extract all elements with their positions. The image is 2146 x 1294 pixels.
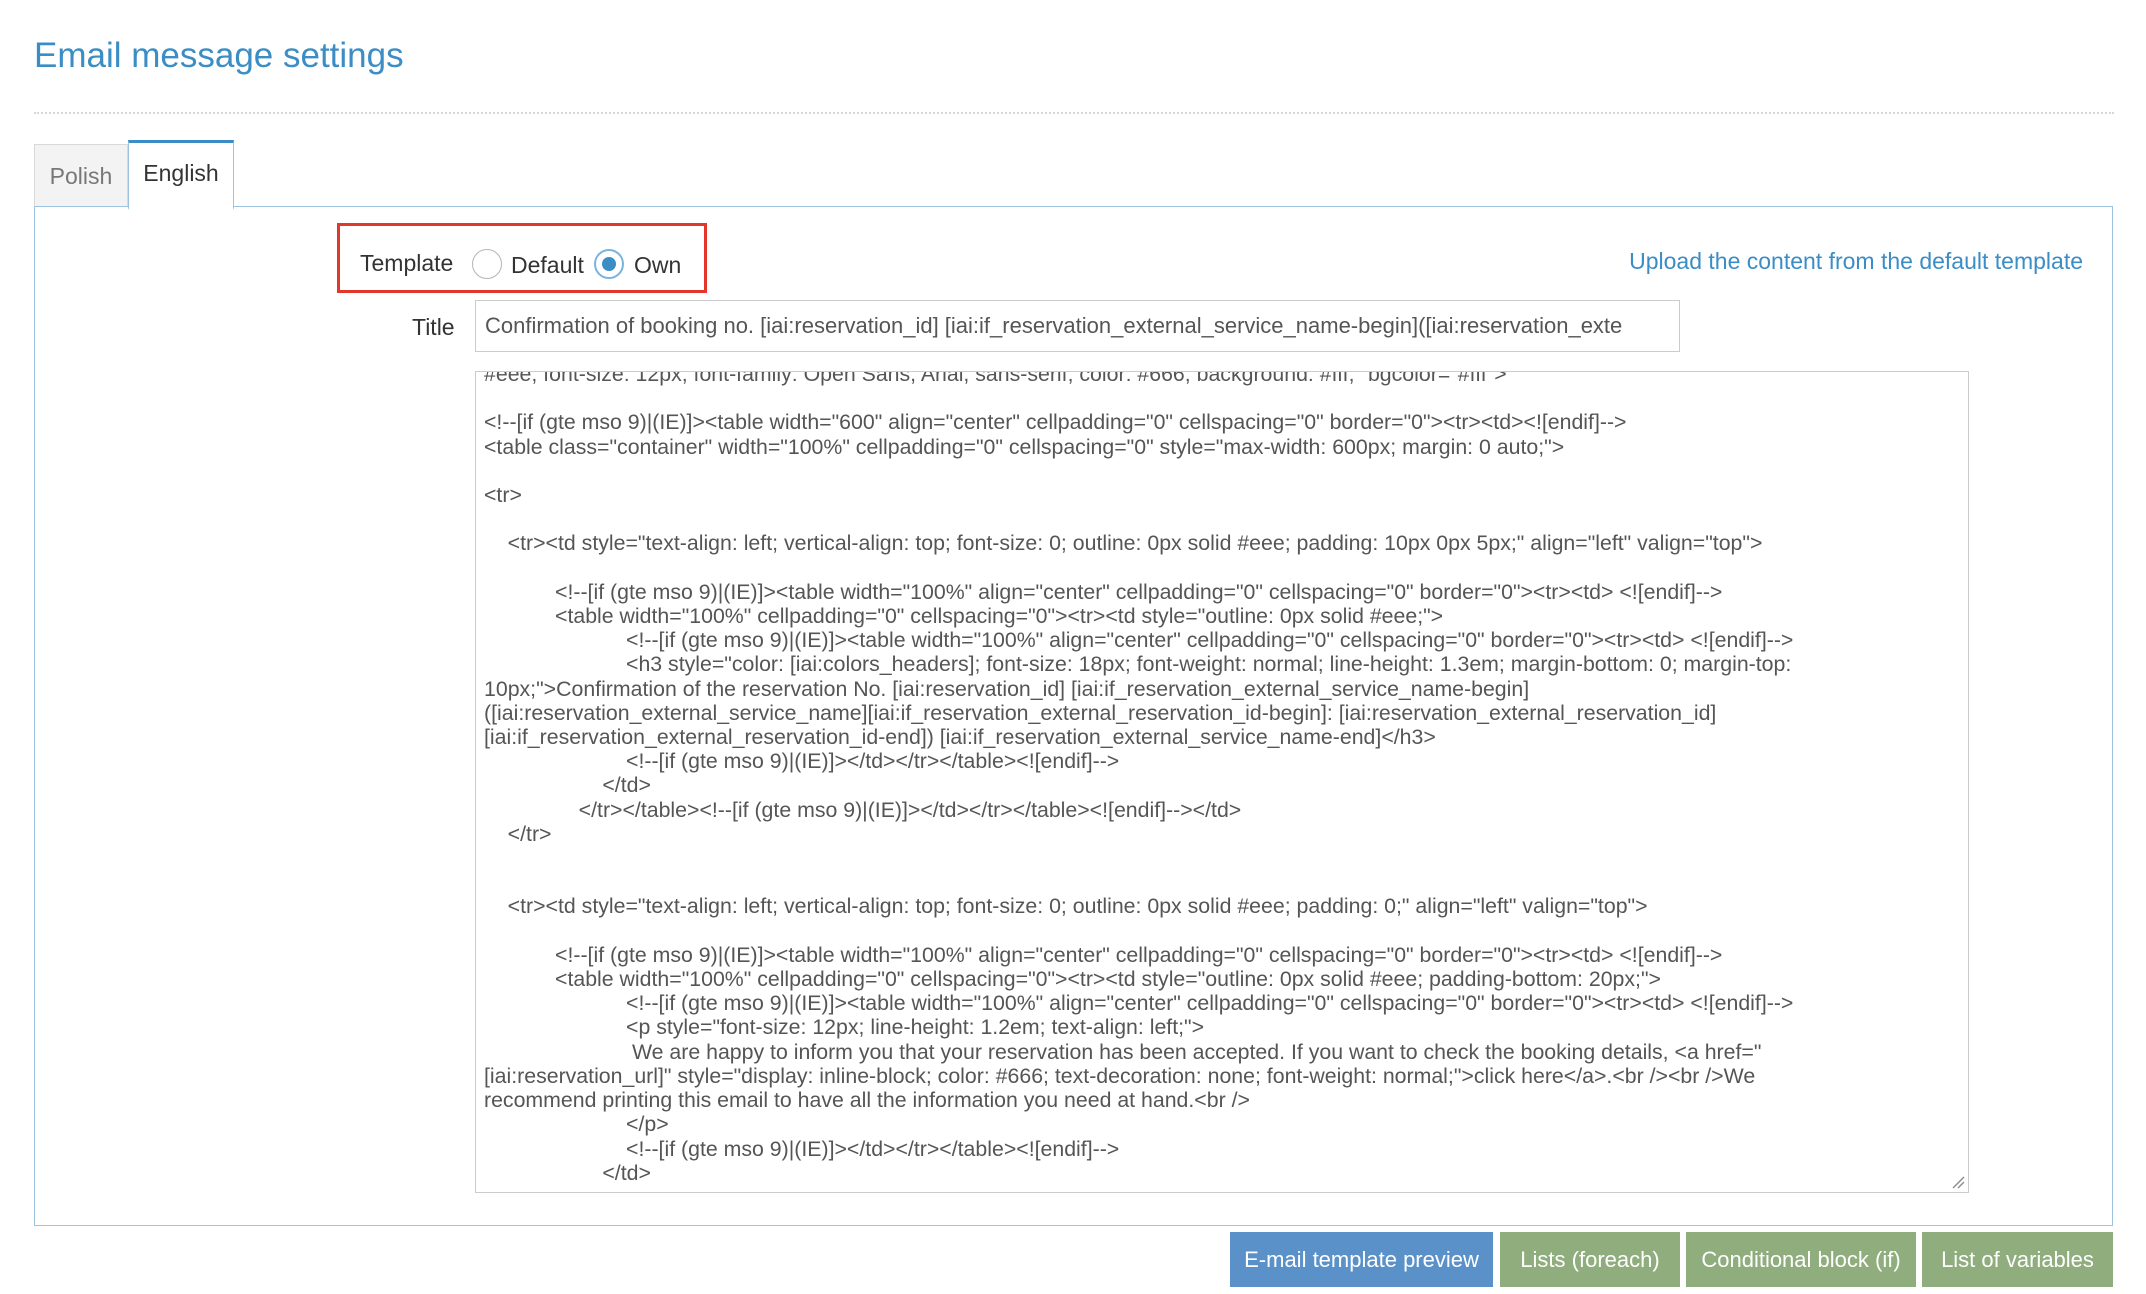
email-body-content: #eee; font-size: 12px; font-family: Open… [484,371,1794,1185]
tab-english[interactable]: English [128,140,234,210]
title-divider [34,112,2114,114]
title-label: Title [412,314,455,340]
lists-foreach-button[interactable]: Lists (foreach) [1500,1232,1680,1287]
template-own-radio[interactable] [594,249,624,279]
email-settings-page: Email message settings Polish English Te… [0,0,2146,1294]
email-template-preview-button[interactable]: E-mail template preview [1230,1232,1493,1287]
template-default-label[interactable]: Default [511,252,584,279]
template-own-label[interactable]: Own [634,252,681,279]
title-input[interactable] [475,300,1680,352]
list-of-variables-button[interactable]: List of variables [1922,1232,2113,1287]
textarea-resize-grip-icon[interactable] [1949,1173,1965,1189]
email-body-textarea[interactable]: #eee; font-size: 12px; font-family: Open… [475,371,1969,1193]
conditional-block-button[interactable]: Conditional block (if) [1686,1232,1916,1287]
page-title: Email message settings [34,36,404,75]
upload-default-template-link[interactable]: Upload the content from the default temp… [1629,248,2083,275]
tab-polish[interactable]: Polish [34,144,128,208]
template-label: Template [360,250,454,276]
template-default-radio[interactable] [472,249,502,279]
